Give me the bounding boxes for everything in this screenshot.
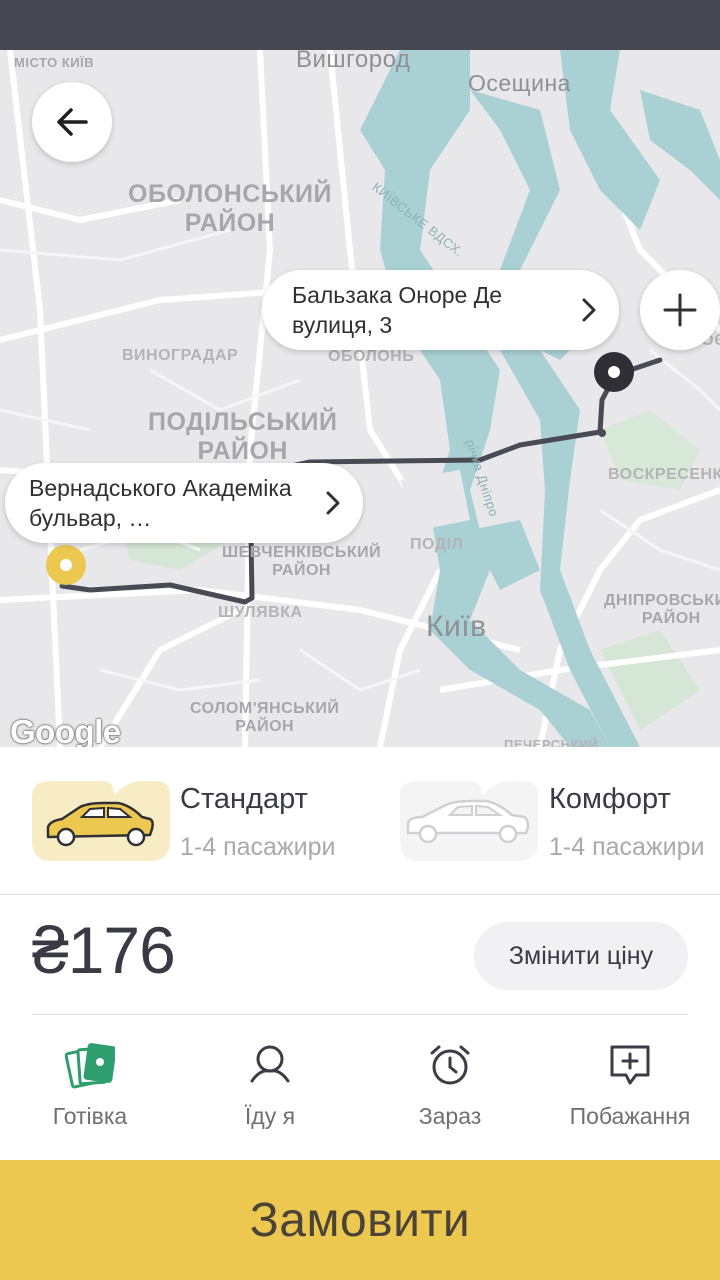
- tariff-comfort[interactable]: Комфорт 1-4 пасажири: [400, 747, 720, 894]
- car-standard-icon: [32, 781, 170, 861]
- map-label-kyiv: Київ: [426, 610, 487, 643]
- tariff-name: Стандарт: [180, 783, 308, 815]
- cash-icon: [65, 1043, 115, 1089]
- option-label: Побажання: [569, 1103, 691, 1129]
- order-options: Готівка Їду я Зараз Побажання: [0, 1015, 720, 1160]
- map-label-obolonskyi: ОБОЛОНСЬКИЙ РАЙОН: [128, 180, 332, 237]
- back-button[interactable]: [32, 82, 112, 162]
- change-price-button[interactable]: Змінити ціну: [474, 922, 688, 990]
- chevron-right-icon: [582, 298, 596, 322]
- option-label: Готівка: [52, 1103, 128, 1129]
- alarm-clock-icon: [430, 1045, 470, 1085]
- status-bar: [0, 0, 720, 50]
- map-label-solomianskyi: СОЛОМ'ЯНСЬКИЙ РАЙОН: [190, 700, 340, 736]
- map-label-dniprovskyi: ДНІПРОВСЬКИЙ РАЙОН: [604, 592, 720, 628]
- tariff-passengers: 1-4 пасажири: [549, 833, 705, 861]
- rider-option[interactable]: Їду я: [180, 1015, 360, 1160]
- google-logo: Google: [10, 713, 121, 747]
- map-label-vyshhorod: Вишгород: [296, 50, 411, 73]
- tariff-selector: Стандарт 1-4 пасажири Комфорт 1-4 пасажи…: [0, 747, 720, 895]
- map-label-pecherskyi: ПЕЧЕРСЬКИЙ: [504, 737, 599, 747]
- option-label: Їду я: [244, 1103, 296, 1129]
- price: ₴176: [32, 913, 176, 987]
- map-label-voskresenka: ВОСКРЕСЕНКА: [608, 466, 720, 483]
- person-icon: [250, 1045, 290, 1083]
- origin-address: Вернадського Академіка бульвар, …: [29, 475, 292, 531]
- destination-address: Бальзака Оноре Де вулиця, 3: [292, 282, 503, 338]
- map-label-obolon: ОБОЛОНЬ: [328, 348, 415, 365]
- map-label-vynohradar: ВИНОГРАДАР: [122, 347, 239, 364]
- option-label: Зараз: [418, 1103, 482, 1129]
- tariff-passengers: 1-4 пасажири: [180, 833, 336, 861]
- add-stop-button[interactable]: [640, 270, 720, 350]
- destination-bubble[interactable]: Бальзака Оноре Де вулиця, 3: [262, 270, 619, 350]
- time-option[interactable]: Зараз: [360, 1015, 540, 1160]
- map-tiles: [0, 50, 720, 747]
- map-label-podil: ПОДІЛ: [410, 536, 464, 553]
- order-button[interactable]: Замовити: [0, 1160, 720, 1280]
- car-comfort-icon: [400, 781, 538, 861]
- map-label-shuliavka: ШУЛЯВКА: [218, 604, 303, 621]
- plus-icon: [663, 293, 697, 327]
- map-label-shevchenkivskyi: ШЕВЧЕНКІВСЬКИЙ РАЙОН: [222, 544, 382, 580]
- map-label-misto-kyiv: МІСТО КИЇВ: [14, 55, 95, 70]
- tariff-standard[interactable]: Стандарт 1-4 пасажири: [0, 747, 380, 894]
- payment-cash-option[interactable]: Готівка: [0, 1015, 180, 1160]
- map[interactable]: МІСТО КИЇВ Вишгород Осещина ОБОЛОНСЬКИЙ …: [0, 50, 720, 747]
- arrow-left-icon: [57, 108, 88, 136]
- wishes-option[interactable]: Побажання: [540, 1015, 720, 1160]
- chevron-right-icon: [326, 491, 340, 515]
- comment-add-icon: [610, 1045, 650, 1085]
- origin-bubble[interactable]: Вернадського Академіка бульвар, …: [5, 463, 363, 543]
- tariff-name: Комфорт: [549, 783, 671, 815]
- map-label-podilskyi: ПОДІЛЬСЬКИЙ РАЙОН: [148, 408, 338, 465]
- map-label-oseshchyna: Осещина: [468, 70, 571, 96]
